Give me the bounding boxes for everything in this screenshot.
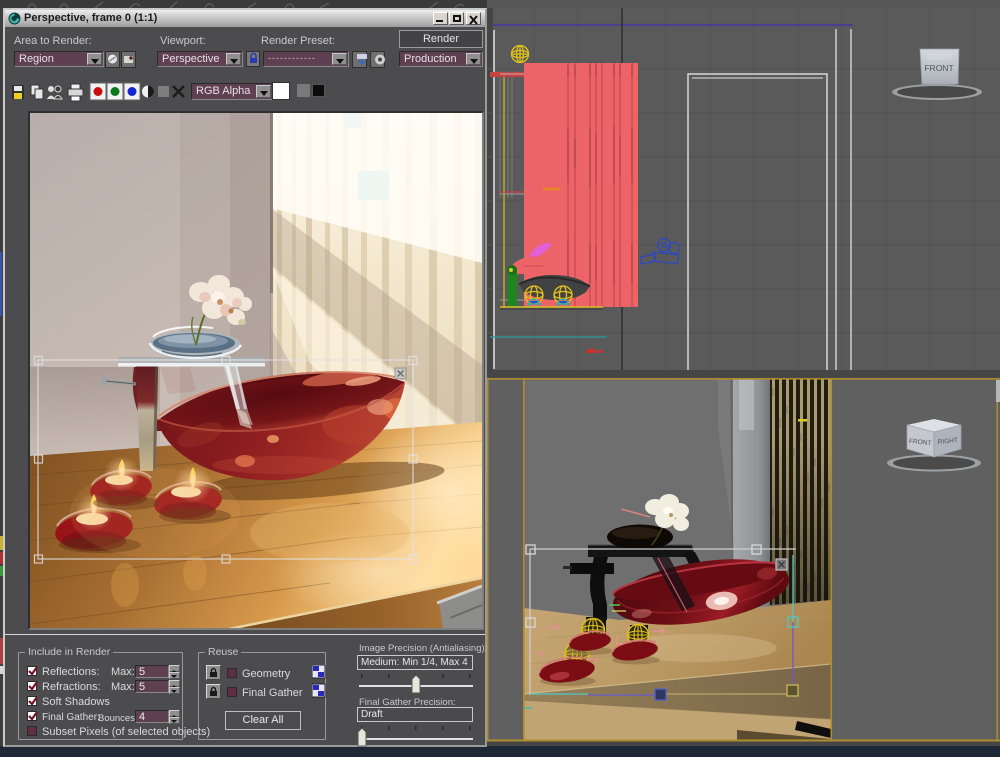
svg-text:FRONT: FRONT [924,63,953,73]
